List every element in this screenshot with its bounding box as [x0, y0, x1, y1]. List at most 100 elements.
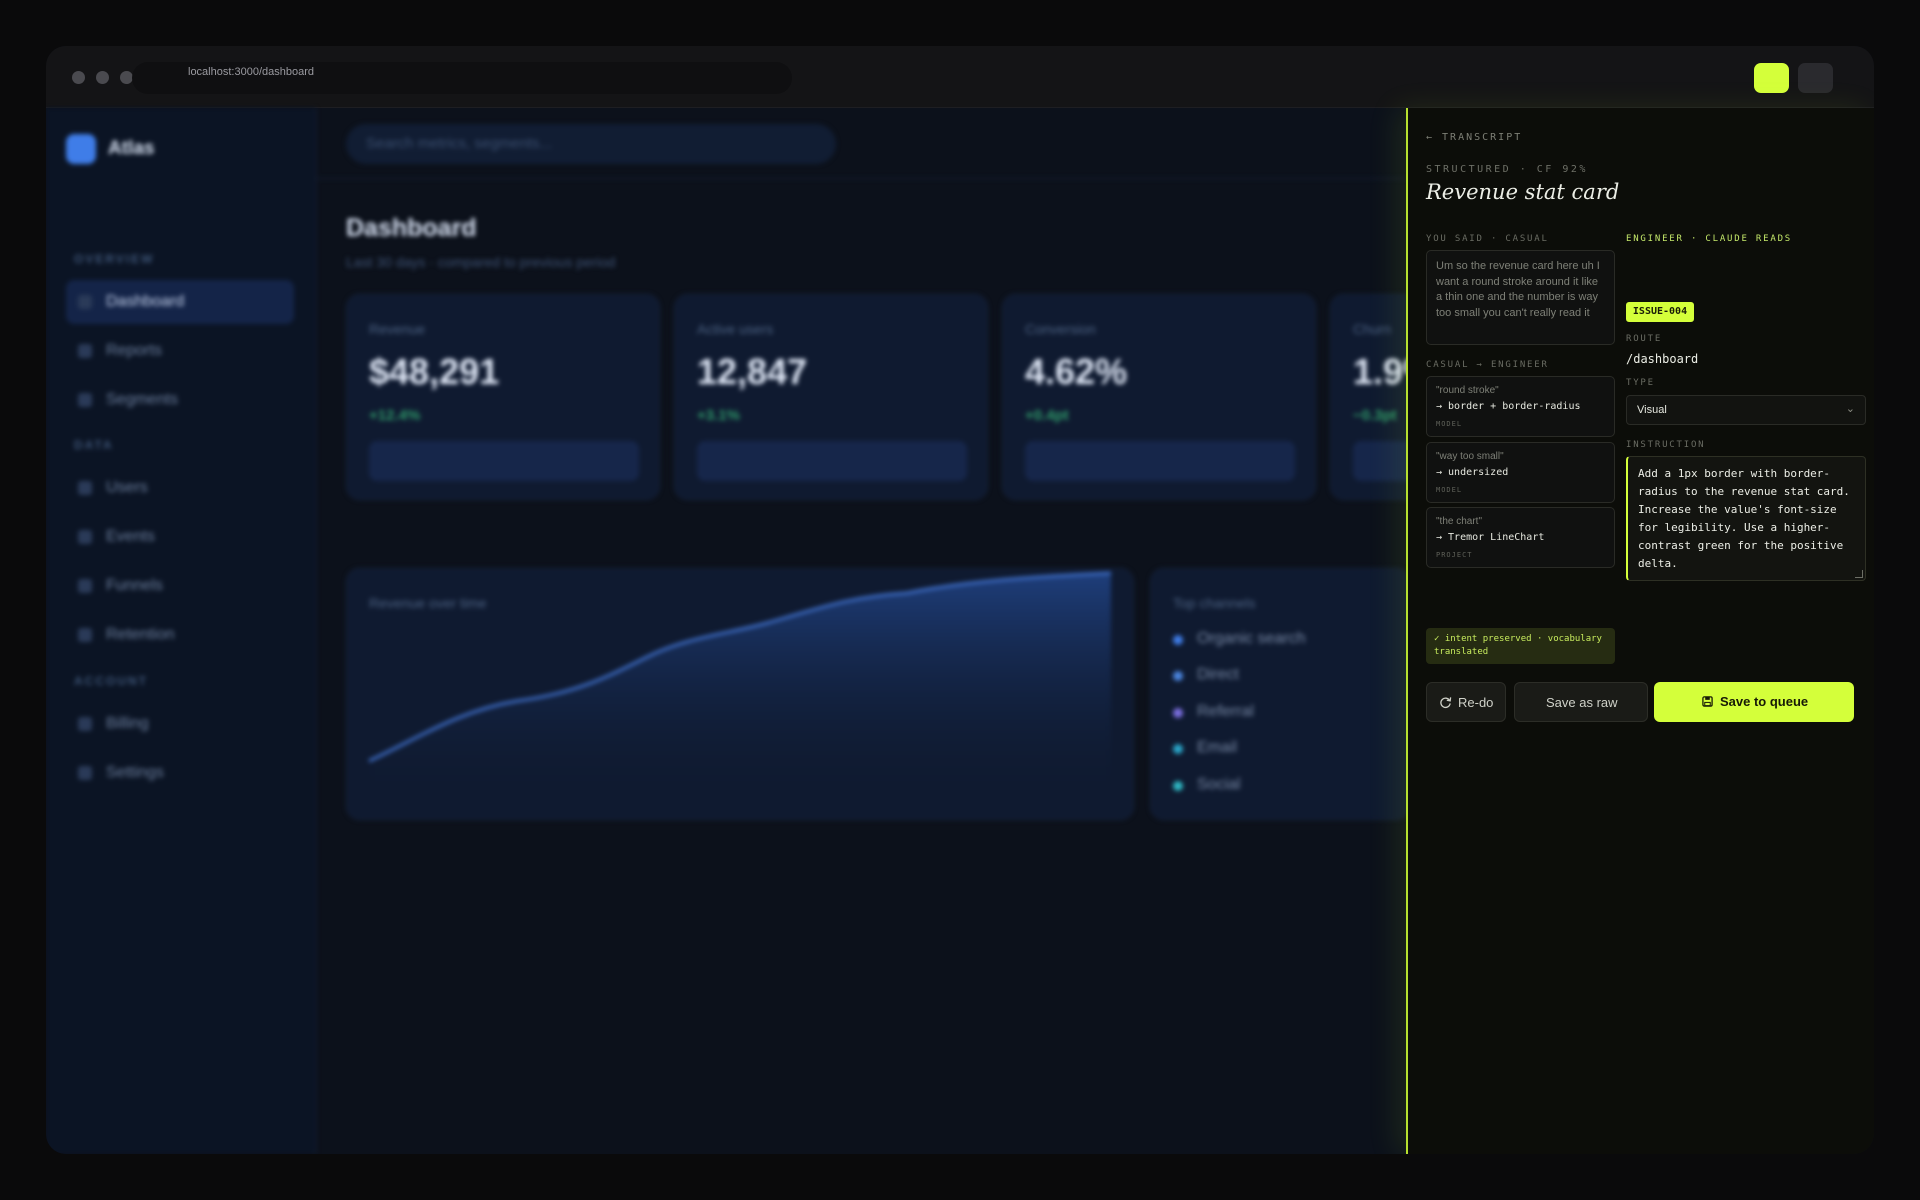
retention-icon: [78, 628, 92, 642]
you-said-text: Um so the revenue card here uh I want a …: [1426, 250, 1615, 345]
events-icon: [78, 530, 92, 544]
sidebar-item-retention[interactable]: Retention: [66, 613, 294, 657]
window-close-dot[interactable]: [72, 71, 85, 84]
channel-dot: [1173, 781, 1183, 791]
stat-card-value: 12,847: [697, 351, 808, 392]
sidebar-item-label: Dashboard: [106, 293, 185, 310]
save-as-raw-label: Save as raw: [1546, 695, 1618, 710]
search-placeholder: Search metrics, segments...: [366, 135, 552, 152]
page-subtitle: Last 30 days · compared to previous peri…: [346, 254, 616, 270]
save-icon: [1702, 696, 1713, 707]
page-title: Dashboard: [346, 214, 477, 242]
you-said-label: YOU SAID · CASUAL: [1426, 234, 1549, 244]
type-select[interactable]: Visual ⌄: [1626, 395, 1866, 425]
dashboard-app: Atlas OVERVIEW Dashboard Reports Segment…: [46, 108, 1644, 1154]
stat-card-delta: +3.1%: [697, 407, 740, 424]
route-value: /dashboard: [1626, 352, 1699, 366]
mapping-source: MODEL: [1436, 420, 1463, 428]
sidebar-section-data: DATA: [74, 438, 114, 452]
save-to-queue-button[interactable]: Save to queue: [1654, 682, 1854, 722]
stat-card-label: Active users: [697, 321, 774, 337]
channel-label: Email: [1197, 739, 1238, 756]
revenue-chart-panel: Revenue over time: [346, 568, 1134, 820]
channel-dot: [1173, 635, 1183, 645]
sidebar-item-segments[interactable]: Segments: [66, 378, 294, 422]
redo-button[interactable]: Re-do: [1426, 682, 1506, 722]
revenue-area-chart: [368, 571, 1112, 789]
stat-card-sparkline: [1025, 441, 1295, 481]
chevron-down-icon: ⌄: [1845, 403, 1855, 415]
vocab-mapping-card: "round stroke" → border + border-radius …: [1426, 376, 1615, 437]
route-label: ROUTE: [1626, 334, 1663, 344]
save-as-raw-button[interactable]: Save as raw: [1514, 682, 1648, 722]
transcript-panel: ← TRANSCRIPT STRUCTURED · CF 92% Revenue…: [1406, 108, 1874, 1154]
sidebar-item-label: Events: [106, 528, 155, 545]
channel-label: Organic search: [1197, 630, 1306, 647]
casual-to-engineer-label: CASUAL → ENGINEER: [1426, 360, 1549, 370]
toolbar-accent-button[interactable]: [1754, 63, 1789, 93]
panel-title: Top channels: [1173, 595, 1256, 611]
mapping-source: PROJECT: [1436, 551, 1473, 559]
billing-icon: [78, 717, 92, 731]
type-select-value: Visual: [1637, 404, 1667, 416]
instruction-label: INSTRUCTION: [1626, 440, 1706, 450]
sidebar-item-dashboard[interactable]: Dashboard: [66, 280, 294, 324]
channel-dot: [1173, 744, 1183, 754]
instruction-textarea[interactable]: Add a 1px border with border-radius to t…: [1626, 456, 1866, 581]
back-to-transcript-link[interactable]: ← TRANSCRIPT: [1426, 132, 1522, 143]
instruction-text: Add a 1px border with border-radius to t…: [1638, 467, 1850, 570]
stat-card-revenue[interactable]: Revenue $48,291 +12.4%: [346, 294, 660, 500]
sidebar-item-events[interactable]: Events: [66, 515, 294, 559]
stat-card-delta: +12.4%: [369, 407, 421, 424]
reports-icon: [78, 344, 92, 358]
sidebar-item-label: Reports: [106, 342, 163, 359]
users-icon: [78, 481, 92, 495]
stat-card-value: $48,291: [369, 351, 500, 392]
stat-card-active-users[interactable]: Active users 12,847 +3.1%: [674, 294, 988, 500]
vocab-mapping-card: "way too small" → undersized MODEL: [1426, 442, 1615, 503]
sidebar-item-settings[interactable]: Settings: [66, 751, 294, 795]
refresh-icon: [1440, 697, 1452, 709]
sidebar-section-overview: OVERVIEW: [74, 252, 155, 266]
issue-id-badge: ISSUE-004: [1626, 302, 1694, 322]
search-input[interactable]: Search metrics, segments...: [346, 124, 836, 164]
stat-card-sparkline: [369, 441, 639, 481]
segments-icon: [78, 393, 92, 407]
mapping-quote: "way too small": [1436, 451, 1504, 462]
channel-dot: [1173, 671, 1183, 681]
stat-card-conversion[interactable]: Conversion 4.62% +0.4pt: [1002, 294, 1316, 500]
browser-titlebar: localhost:3000/dashboard: [46, 46, 1874, 108]
mapping-source: MODEL: [1436, 486, 1463, 494]
toolbar-button[interactable]: [1798, 63, 1833, 93]
channel-label: Referral: [1197, 703, 1254, 720]
window-minimize-dot[interactable]: [96, 71, 109, 84]
structured-confidence-label: STRUCTURED · CF 92%: [1426, 164, 1588, 175]
stat-card-value: 4.62%: [1025, 351, 1128, 392]
mapping-term: → Tremor LineChart: [1436, 532, 1545, 543]
sidebar-item-funnels[interactable]: Funnels: [66, 564, 294, 608]
channel-dot: [1173, 708, 1183, 718]
channel-label: Social: [1197, 776, 1241, 793]
redo-button-label: Re-do: [1458, 695, 1494, 710]
stat-card-label: Conversion: [1025, 321, 1096, 337]
sidebar-item-label: Funnels: [106, 577, 163, 594]
sidebar-item-reports[interactable]: Reports: [66, 329, 294, 373]
sidebar-item-label: Segments: [106, 391, 179, 408]
engineer-column-label: ENGINEER · CLAUDE READS: [1626, 234, 1793, 244]
mapping-quote: "round stroke": [1436, 385, 1499, 396]
app-name: Atlas: [108, 138, 155, 159]
top-channels-panel: Top channels Organic search Direct Refer…: [1150, 568, 1410, 820]
sidebar-item-billing[interactable]: Billing: [66, 702, 294, 746]
type-label: TYPE: [1626, 378, 1655, 388]
resize-handle-icon[interactable]: [1855, 570, 1863, 578]
revenue-area-fill: [369, 573, 1111, 789]
sidebar-item-users[interactable]: Users: [66, 466, 294, 510]
mapping-term: → undersized: [1436, 467, 1509, 478]
sidebar-item-label: Users: [106, 479, 148, 496]
sidebar: Atlas OVERVIEW Dashboard Reports Segment…: [46, 108, 316, 1154]
stat-card-delta: +0.4pt: [1025, 407, 1069, 424]
header-divider: [316, 178, 1406, 179]
issue-title: Revenue stat card: [1426, 180, 1620, 204]
intent-preserved-note: ✓ intent preserved · vocabulary translat…: [1426, 628, 1615, 664]
dashboard-icon: [78, 295, 92, 309]
